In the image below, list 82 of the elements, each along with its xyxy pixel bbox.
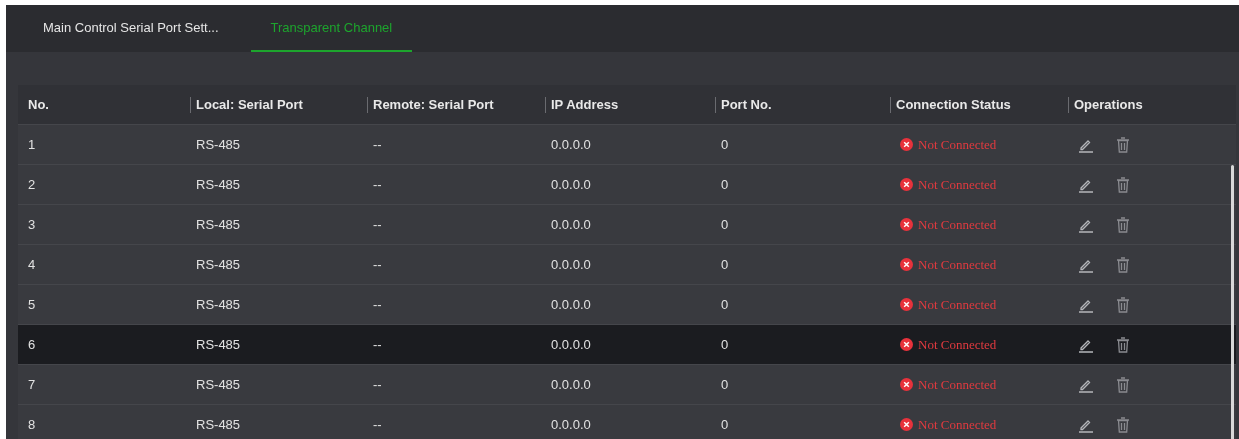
- table-row[interactable]: 1 RS-485 -- 0.0.0.0 0 Not Connected: [18, 125, 1236, 165]
- column-header: Remote: Serial Port: [373, 95, 494, 114]
- column-header: Port No.: [721, 95, 772, 114]
- table-row[interactable]: 8 RS-485 -- 0.0.0.0 0 Not Connected: [18, 405, 1236, 439]
- status-text: Not Connected: [918, 335, 997, 354]
- table-cell-text: 0.0.0.0: [551, 415, 591, 434]
- table-cell-text: 0: [721, 175, 729, 194]
- table-row[interactable]: 6 RS-485 -- 0.0.0.0 0 Not Connected: [18, 325, 1236, 365]
- table-cell-text: --: [373, 255, 382, 274]
- tab[interactable]: Main Control Serial Port Sett...: [23, 5, 239, 52]
- tab[interactable]: Transparent Channel: [250, 5, 413, 52]
- table-cell-text: 8: [28, 415, 36, 434]
- trash-icon[interactable]: [1116, 336, 1130, 353]
- trash-icon[interactable]: [1116, 256, 1130, 273]
- error-icon: [900, 338, 913, 351]
- error-icon: [900, 258, 913, 271]
- trash-icon[interactable]: [1116, 216, 1130, 233]
- table-cell-text: 4: [28, 255, 36, 274]
- table-cell-text: 7: [28, 375, 36, 394]
- status-text: Not Connected: [918, 215, 997, 234]
- table-cell-text: 0.0.0.0: [551, 335, 591, 354]
- table-cell-text: 0: [721, 255, 729, 274]
- error-icon: [900, 178, 913, 191]
- table-cell-text: --: [373, 175, 382, 194]
- table-cell-text: RS-485: [196, 215, 241, 234]
- table-cell-text: 0: [721, 335, 729, 354]
- trash-icon[interactable]: [1116, 296, 1130, 313]
- column-header: IP Address: [551, 95, 619, 114]
- status-text: Not Connected: [918, 415, 997, 434]
- table-cell-text: 6: [28, 335, 36, 354]
- table-cell-text: 0: [721, 295, 729, 314]
- table-row[interactable]: 7 RS-485 -- 0.0.0.0 0 Not Connected: [18, 365, 1236, 405]
- table-cell-text: 0: [721, 375, 729, 394]
- table-cell-text: 0.0.0.0: [551, 255, 591, 274]
- trash-icon[interactable]: [1116, 136, 1130, 153]
- table-cell-text: RS-485: [196, 175, 241, 194]
- table-cell-text: RS-485: [196, 335, 241, 354]
- status-text: Not Connected: [918, 175, 997, 194]
- status-text: Not Connected: [918, 255, 997, 274]
- table-cell-text: --: [373, 375, 382, 394]
- table-cell-text: 0: [721, 215, 729, 234]
- table-cell-text: 0.0.0.0: [551, 375, 591, 394]
- column-header: No.: [27, 95, 49, 114]
- table-cell-text: --: [373, 295, 382, 314]
- error-icon: [900, 418, 913, 431]
- table-cell-text: 0: [721, 415, 729, 434]
- table-cell-text: 0.0.0.0: [551, 135, 591, 154]
- table-cell-text: 5: [28, 295, 36, 314]
- trash-icon[interactable]: [1116, 376, 1130, 393]
- column-header: Connection Status: [896, 95, 1011, 114]
- table-cell-text: RS-485: [196, 135, 241, 154]
- table-cell-text: RS-485: [196, 375, 241, 394]
- error-icon: [900, 378, 913, 391]
- table-cell-text: RS-485: [196, 295, 241, 314]
- column-header: Operations: [1074, 95, 1143, 114]
- table-row[interactable]: 2 RS-485 -- 0.0.0.0 0 Not Connected: [18, 165, 1236, 205]
- table-cell-text: RS-485: [196, 255, 241, 274]
- table-cell-text: --: [373, 135, 382, 154]
- column-header: Local: Serial Port: [196, 95, 303, 114]
- table-cell-text: --: [373, 415, 382, 434]
- scrollbar[interactable]: [1231, 165, 1234, 439]
- table-cell-text: 0.0.0.0: [551, 175, 591, 194]
- table-row[interactable]: 5 RS-485 -- 0.0.0.0 0 Not Connected: [18, 285, 1236, 325]
- table-cell-text: --: [373, 215, 382, 234]
- trash-icon[interactable]: [1116, 416, 1130, 433]
- status-text: Not Connected: [918, 375, 997, 394]
- error-icon: [900, 298, 913, 311]
- table-cell-text: 3: [28, 215, 36, 234]
- error-icon: [900, 138, 913, 151]
- table-cell-text: 1: [28, 135, 36, 154]
- table-cell-text: RS-485: [196, 415, 241, 434]
- error-icon: [900, 218, 913, 231]
- table-cell-text: 0.0.0.0: [551, 215, 591, 234]
- table-row[interactable]: 3 RS-485 -- 0.0.0.0 0 Not Connected: [18, 205, 1236, 245]
- table-cell-text: 0: [721, 135, 729, 154]
- table-cell-text: 2: [28, 175, 36, 194]
- trash-icon[interactable]: [1116, 176, 1130, 193]
- table-cell-text: 0.0.0.0: [551, 295, 591, 314]
- status-text: Not Connected: [918, 135, 997, 154]
- table-row[interactable]: 4 RS-485 -- 0.0.0.0 0 Not Connected: [18, 245, 1236, 285]
- status-text: Not Connected: [918, 295, 997, 314]
- table-cell-text: --: [373, 335, 382, 354]
